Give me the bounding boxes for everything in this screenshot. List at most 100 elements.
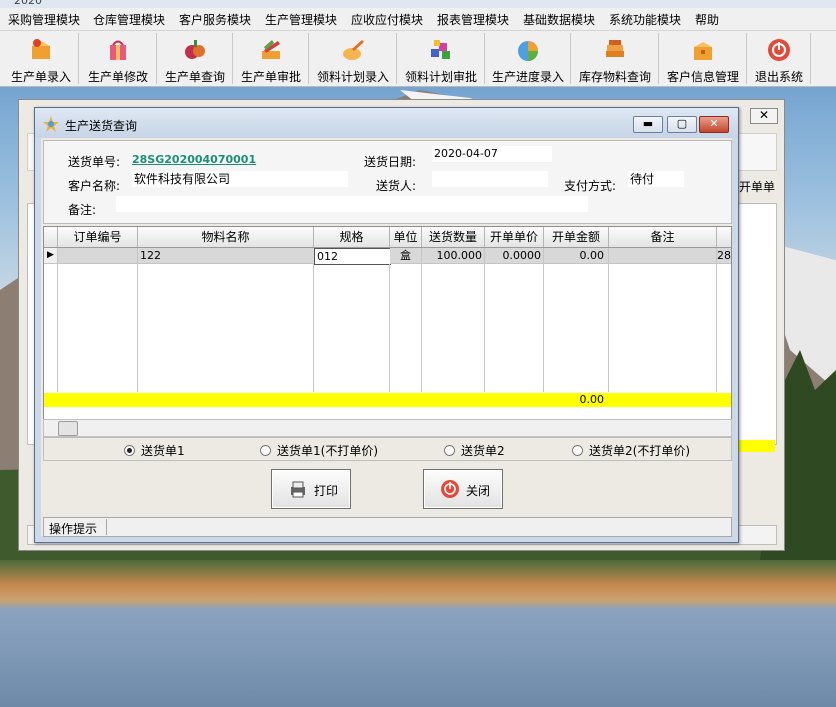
star-icon (43, 116, 59, 132)
toolbar-label: 库存物料查询 (578, 70, 651, 84)
print-button[interactable]: 打印 (271, 469, 351, 509)
scrollbar-thumb[interactable] (58, 421, 78, 436)
grid-line (421, 264, 422, 392)
toolbar-production-order-approve[interactable]: 生产单审批 (234, 33, 309, 84)
customer-field[interactable]: 软件科技有限公司 (132, 171, 348, 187)
cell-amount[interactable]: 0.00 (544, 248, 609, 264)
col-material[interactable]: 物料名称 (138, 227, 314, 247)
toolbar-label: 退出系统 (754, 70, 803, 84)
toolbar-inventory-query[interactable]: 库存物料查询 (572, 33, 659, 84)
grid-line (57, 264, 58, 392)
radio-delivery-2-no-price[interactable]: 送货单2(不打单价) (572, 442, 690, 459)
toolbar-production-order-entry[interactable]: 生产单录入 (4, 33, 79, 84)
delivery-no-link[interactable]: 28SG202004070001 (132, 153, 256, 166)
grid-line (484, 264, 485, 392)
col-amount[interactable]: 开单金额 (544, 227, 609, 247)
grid-line (543, 264, 544, 392)
toolbar-exit[interactable]: 退出系统 (748, 33, 811, 84)
col-order-no[interactable]: 订单编号 (58, 227, 138, 247)
radio-delivery-1[interactable]: 送货单1 (124, 442, 185, 459)
table-row[interactable]: ▶ 122 012 盒 100.000 0.0000 0.00 28 (44, 248, 731, 265)
toolbar-label: 生产单查询 (164, 70, 225, 84)
print-format-options: 送货单1 送货单1(不打单价) 送货单2 送货单2(不打单价) (43, 437, 732, 461)
grid-line (716, 264, 717, 392)
toolbar-label: 生产单审批 (240, 70, 301, 84)
status-separator (106, 519, 107, 535)
print-button-label: 打印 (314, 484, 339, 498)
col-unit[interactable]: 单位 (390, 227, 422, 247)
col-extra[interactable] (717, 227, 731, 247)
fruit-icon (185, 40, 205, 59)
box-icon (32, 39, 50, 59)
dialog-title-bar[interactable]: 生产送货查询 ▬ ▢ ✕ (35, 108, 738, 138)
cell-material[interactable]: 122 (138, 248, 316, 264)
menu-base-data[interactable]: 基础数据模块 (523, 11, 595, 28)
grid-line (608, 264, 609, 392)
dialog-title: 生产送货查询 (65, 119, 138, 133)
grid-line (389, 264, 390, 392)
toolbar-label: 领料计划审批 (404, 70, 477, 84)
toolbar-production-order-query[interactable]: 生产单查询 (158, 33, 233, 84)
toolbar-progress-entry[interactable]: 生产进度录入 (486, 33, 571, 84)
grid-line (137, 264, 138, 392)
cell-unit[interactable]: 盒 (390, 248, 422, 264)
deliverer-label: 送货人: (376, 179, 417, 193)
grid-line (313, 264, 314, 392)
menu-help[interactable]: 帮助 (695, 11, 719, 28)
toolbar-label: 生产进度录入 (491, 70, 564, 84)
toolbar-label: 生产单修改 (87, 70, 148, 84)
col-qty[interactable]: 送货数量 (422, 227, 485, 247)
toolbar-material-plan-approve[interactable]: 领料计划审批 (398, 33, 485, 84)
radio-label: 送货单1(不打单价) (277, 444, 378, 458)
menu-purchase[interactable]: 采购管理模块 (8, 11, 80, 28)
col-spec[interactable]: 规格 (314, 227, 390, 247)
minimize-button[interactable]: ▬ (633, 116, 663, 133)
toolbar-customer-info[interactable]: 客户信息管理 (660, 33, 747, 84)
grid-corner (44, 227, 58, 247)
maximize-button[interactable]: ▢ (667, 116, 697, 133)
col-remark[interactable]: 备注 (609, 227, 717, 247)
background-window-close-button[interactable]: ✕ (750, 108, 778, 124)
grid-horizontal-scrollbar[interactable] (43, 419, 732, 437)
radio-label: 送货单2(不打单价) (589, 444, 690, 458)
close-button[interactable]: 关闭 (423, 469, 503, 509)
remark-field[interactable] (116, 196, 588, 212)
cell-order-no[interactable] (58, 248, 138, 264)
close-window-button[interactable]: ✕ (699, 116, 729, 133)
close-button-label: 关闭 (466, 484, 491, 498)
toolbar-material-plan-entry[interactable]: 领料计划录入 (310, 33, 397, 84)
payment-label: 支付方式: (564, 179, 617, 193)
menu-production[interactable]: 生产管理模块 (265, 11, 337, 28)
main-toolbar: 生产单录入 生产单修改 生产单查询 生产单审批 领料计划录入 领料计划审批 生产… (0, 31, 836, 87)
radio-delivery-1-no-price[interactable]: 送货单1(不打单价) (260, 442, 378, 459)
blocks-icon (431, 40, 450, 59)
menu-receivables[interactable]: 应收应付模块 (351, 11, 423, 28)
cell-price[interactable]: 0.0000 (485, 248, 544, 264)
status-text: 操作提示 (49, 522, 98, 536)
cell-spec[interactable]: 012 (314, 248, 391, 265)
menu-bar: 采购管理模块 仓库管理模块 客户服务模块 生产管理模块 应收应付模块 报表管理模… (0, 8, 836, 31)
remark-label: 备注: (68, 203, 97, 217)
cell-extra[interactable]: 28 (717, 248, 731, 264)
col-price[interactable]: 开单单价 (485, 227, 544, 247)
menu-reports[interactable]: 报表管理模块 (437, 11, 509, 28)
cell-qty[interactable]: 100.000 (422, 248, 485, 264)
menu-customer-service[interactable]: 客户服务模块 (179, 11, 251, 28)
deliverer-field[interactable] (432, 171, 548, 187)
radio-dot (444, 445, 455, 456)
menu-system[interactable]: 系统功能模块 (609, 11, 681, 28)
toolbar-production-order-edit[interactable]: 生产单修改 (80, 33, 157, 84)
row-selector-arrow: ▶ (44, 248, 58, 264)
radio-delivery-2[interactable]: 送货单2 (444, 442, 505, 459)
books-icon (606, 40, 624, 57)
payment-field[interactable]: 待付 (628, 171, 684, 187)
delivery-date-label: 送货日期: (364, 155, 417, 169)
customer-label: 客户名称: (68, 179, 121, 193)
pencil-stack-icon (262, 40, 280, 59)
radio-dot (260, 445, 271, 456)
delivery-date-field[interactable]: 2020-04-07 (432, 146, 552, 162)
toolbar-label: 生产单录入 (10, 70, 71, 84)
menu-warehouse[interactable]: 仓库管理模块 (93, 11, 165, 28)
cell-remark[interactable] (609, 248, 717, 264)
toolbar-label: 客户信息管理 (666, 70, 739, 84)
